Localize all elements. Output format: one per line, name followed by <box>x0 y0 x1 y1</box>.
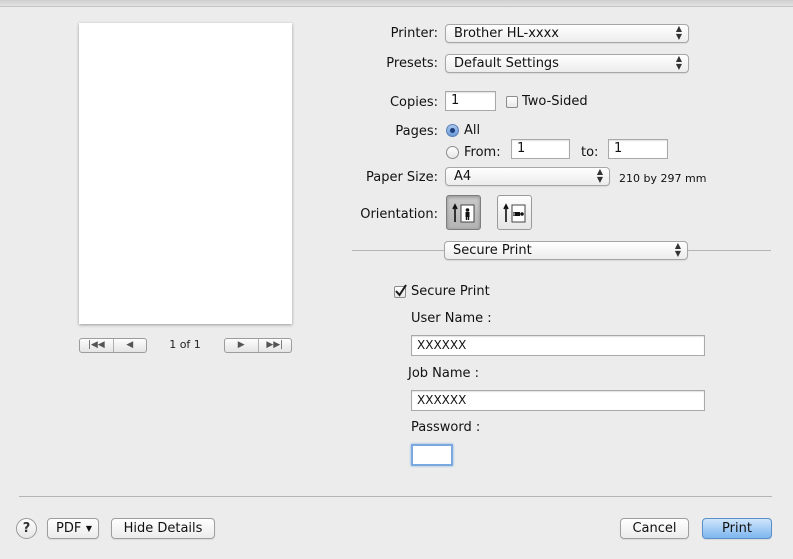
pages-from-radio[interactable] <box>446 146 459 159</box>
job-name-label: Job Name : <box>408 366 480 381</box>
last-page-icon: ▶▶| <box>266 340 284 350</box>
presets-value: Default Settings <box>454 56 559 71</box>
next-page-icon: ▶ <box>237 340 245 350</box>
pages-all-label: All <box>464 123 481 138</box>
pdf-menu-button[interactable]: PDF ▼ <box>47 518 99 539</box>
window-top-strip <box>0 0 793 7</box>
password-field[interactable] <box>411 444 453 466</box>
help-icon: ? <box>22 521 31 536</box>
previous-page-icon: ◀ <box>126 340 134 350</box>
job-name-field[interactable]: XXXXXX <box>411 390 705 411</box>
printer-popup[interactable]: Brother HL-xxxx ▲ ▼ <box>445 24 689 43</box>
pages-to-field[interactable]: 1 <box>608 139 668 159</box>
section-popup[interactable]: Secure Print ▲ ▼ <box>444 241 688 260</box>
printer-label: Printer: <box>390 26 438 41</box>
section-popup-value: Secure Print <box>453 243 532 258</box>
portrait-orientation-icon <box>451 202 474 222</box>
landscape-orientation-button[interactable] <box>497 195 532 230</box>
copies-field[interactable]: 1 <box>445 91 496 111</box>
page-counter: 1 of 1 <box>169 338 201 351</box>
password-label: Password : <box>411 420 481 435</box>
first-page-icon: |◀◀ <box>87 340 105 350</box>
two-sided-checkbox[interactable] <box>506 96 518 108</box>
pdf-label: PDF <box>56 521 82 536</box>
preview-nav-back-group: |◀◀ ◀ <box>79 338 147 353</box>
paper-size-label: Paper Size: <box>365 170 438 185</box>
hide-details-button[interactable]: Hide Details <box>111 518 215 539</box>
pages-all-radio[interactable] <box>446 124 459 137</box>
presets-popup[interactable]: Default Settings ▲ ▼ <box>445 54 689 73</box>
footer-separator <box>19 496 772 497</box>
pages-label: Pages: <box>395 124 438 139</box>
paper-size-value: A4 <box>454 169 472 184</box>
cancel-button[interactable]: Cancel <box>620 518 689 539</box>
orientation-label: Orientation: <box>360 207 438 222</box>
presets-label: Presets: <box>386 56 438 71</box>
previous-page-button[interactable]: ◀ <box>112 339 147 352</box>
paper-size-popup[interactable]: A4 ▲ ▼ <box>445 167 610 186</box>
pages-from-field[interactable]: 1 <box>511 139 570 159</box>
portrait-orientation-button[interactable] <box>446 195 481 230</box>
up-down-arrows-icon: ▲ ▼ <box>596 167 604 184</box>
page-preview <box>79 23 292 324</box>
pages-to-label: to: <box>581 145 599 160</box>
print-button[interactable]: Print <box>702 518 772 539</box>
next-page-button[interactable]: ▶ <box>225 339 258 352</box>
user-name-label: User Name : <box>411 311 492 326</box>
secure-print-label: Secure Print <box>411 284 490 299</box>
chevron-down-icon: ▼ <box>85 524 92 533</box>
copies-label: Copies: <box>389 95 438 110</box>
help-button[interactable]: ? <box>16 518 37 539</box>
checkmark-icon <box>395 284 407 297</box>
landscape-orientation-icon <box>502 202 525 222</box>
secure-print-checkbox[interactable] <box>394 284 407 298</box>
up-down-arrows-icon: ▲ ▼ <box>675 24 683 41</box>
first-page-button[interactable]: |◀◀ <box>80 339 113 352</box>
printer-value: Brother HL-xxxx <box>454 26 559 41</box>
up-down-arrows-icon: ▲ ▼ <box>674 241 682 258</box>
two-sided-label: Two-Sided <box>522 94 588 109</box>
paper-size-dimensions: 210 by 297 mm <box>619 172 707 185</box>
user-name-field[interactable]: XXXXXX <box>411 335 705 356</box>
pages-from-label: From: <box>464 145 501 160</box>
last-page-button[interactable]: ▶▶| <box>257 339 292 352</box>
preview-nav-forward-group: ▶ ▶▶| <box>224 338 292 353</box>
up-down-arrows-icon: ▲ ▼ <box>675 54 683 71</box>
